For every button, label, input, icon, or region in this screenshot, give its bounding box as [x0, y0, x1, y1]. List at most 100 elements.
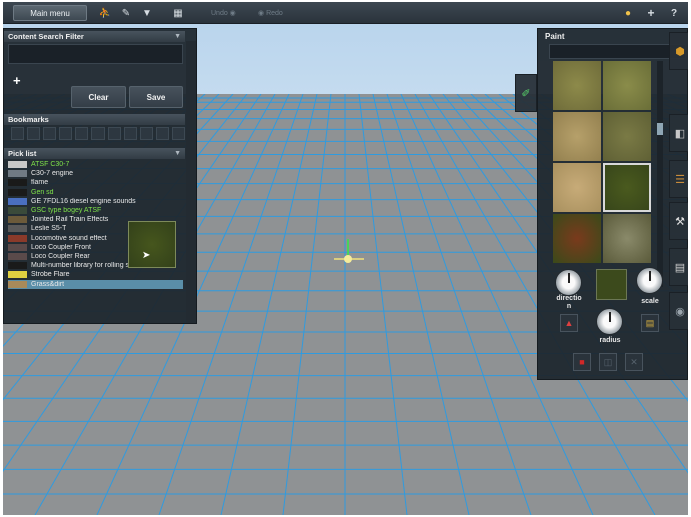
radius-knob[interactable] — [596, 308, 623, 335]
texture-scrollbar[interactable] — [657, 61, 663, 287]
add-filter-icon[interactable]: + — [13, 73, 21, 88]
knob-indicator — [649, 271, 651, 281]
picklist-item-label: Strobe Flare — [31, 271, 70, 279]
layers-tool-icon[interactable]: ▤ — [669, 248, 688, 286]
paint-brush-tab-icon[interactable]: ✐ — [515, 74, 537, 112]
picklist-title: Pick list — [8, 149, 37, 158]
thumbnail-icon — [8, 197, 27, 205]
filter-icon[interactable]: ▼ — [140, 5, 154, 21]
scroll-thumb[interactable] — [657, 123, 663, 135]
plus-icon[interactable]: + — [644, 5, 658, 21]
thumbnail-icon — [8, 253, 27, 260]
picklist-item-label: GSC type bogey ATSF — [31, 207, 102, 214]
bookmark-slot[interactable] — [59, 127, 73, 140]
delete-disabled-icon[interactable]: ✕ — [625, 353, 643, 371]
bookmark-slot[interactable] — [171, 127, 186, 140]
search-input[interactable] — [8, 44, 183, 64]
bookmark-slots — [11, 127, 186, 140]
picklist-item-label: C30-7 engine — [31, 170, 74, 178]
picklist-item[interactable]: GE 7FDL16 diesel engine sounds — [8, 197, 183, 206]
picklist-item[interactable]: ATSF C30-7 — [8, 160, 183, 169]
texture-swatch[interactable] — [603, 163, 651, 212]
thumbnail-icon — [8, 234, 27, 242]
paint-search-input[interactable] — [549, 44, 686, 59]
picklist-item-label: Jointed Rail Train Effects — [31, 216, 109, 224]
save-button[interactable]: Save — [129, 86, 183, 108]
picklist-item-label: Loco Coupler Front — [31, 243, 91, 251]
thumbnail-icon — [8, 188, 27, 196]
bookmark-slot[interactable] — [107, 127, 121, 140]
picklist-item-label: ATSF C30-7 — [31, 161, 70, 168]
help-icon[interactable]: ? — [667, 5, 681, 21]
undo-label: Undo — [211, 9, 228, 17]
placement-gizmo[interactable] — [328, 237, 368, 277]
paint-title: Paint — [545, 32, 565, 41]
texture-swatch[interactable] — [603, 112, 651, 161]
texture-swatch[interactable] — [553, 214, 601, 263]
texture-options-icon[interactable]: ▤ — [641, 314, 659, 332]
bookmark-slot[interactable] — [75, 127, 89, 140]
texture-swatch[interactable] — [603, 61, 651, 110]
picklist-item[interactable]: flame — [8, 178, 183, 187]
content-panel: Content Search Filter ▼ + Clear Save Boo… — [3, 28, 197, 324]
texture-swatch[interactable] — [603, 214, 651, 263]
redo-label: Redo — [266, 9, 283, 17]
picklist-item[interactable]: Strobe Flare — [8, 270, 183, 279]
knob-indicator — [568, 273, 570, 283]
edit-icon[interactable]: ✎ — [119, 5, 133, 21]
bookmark-slot[interactable] — [123, 127, 137, 140]
bookmark-slot[interactable] — [43, 127, 57, 140]
3d-viewport[interactable]: Main menu ⛹ ✎ ▼ ▦ Undo ◉ ◉ Redo ● + ? Co… — [3, 2, 688, 515]
color-mode-icon[interactable]: ▲ — [560, 314, 578, 332]
picklist-item-label: Leslie S5-T — [31, 225, 67, 233]
bookmark-slot[interactable] — [139, 127, 153, 140]
main-menu-button[interactable]: Main menu — [13, 5, 87, 21]
scale-knob[interactable] — [636, 267, 663, 294]
scale-label: scale — [641, 298, 659, 305]
stop-button-icon[interactable]: ■ — [573, 353, 591, 371]
wrench-tool-icon[interactable]: ⚒ — [669, 202, 688, 240]
bookmark-slot[interactable] — [91, 127, 105, 140]
redo-button[interactable]: ◉ Redo — [258, 5, 283, 21]
object-tool-icon[interactable]: ◧ — [669, 114, 688, 152]
picklist-item-label: GE 7FDL16 diesel engine sounds — [31, 197, 136, 205]
picklist-item[interactable]: Gen sd — [8, 188, 183, 197]
search-filter-title: Content Search Filter — [8, 32, 84, 41]
knob-indicator — [609, 312, 611, 322]
bookmark-slot[interactable] — [11, 127, 25, 140]
chevron-down-icon[interactable]: ▼ — [174, 31, 181, 42]
picklist-item-label: Grass&dirt — [31, 280, 65, 288]
drag-texture-preview — [128, 221, 176, 268]
thumbnail-icon — [8, 179, 27, 187]
clear-button[interactable]: Clear — [71, 86, 126, 108]
save-disabled-icon[interactable]: ◫ — [599, 353, 617, 371]
track-tool-icon[interactable]: ☰ — [669, 160, 688, 198]
texture-swatch[interactable] — [553, 163, 601, 212]
texture-swatch[interactable] — [553, 112, 601, 161]
grid-icon[interactable]: ▦ — [171, 5, 185, 21]
texture-grid — [553, 61, 653, 287]
thumbnail-icon — [8, 262, 27, 270]
undo-button[interactable]: Undo ◉ — [211, 5, 236, 21]
person-icon[interactable]: ⛹ — [98, 5, 112, 21]
bookmark-slot[interactable] — [155, 127, 169, 140]
picklist-item[interactable]: GSC type bogey ATSF — [8, 206, 183, 215]
thumbnail-icon — [8, 243, 27, 251]
terrain-tool-icon[interactable]: ⬢ — [669, 32, 688, 70]
texture-swatch[interactable] — [553, 61, 601, 110]
paint-panel: Paint directio n scale ▲ radius ▤ ■ ◫ ✕ — [537, 28, 688, 380]
thumbnail-icon — [8, 207, 27, 214]
picklist-item[interactable]: C30-7 engine — [8, 169, 183, 178]
direction-knob[interactable] — [555, 269, 582, 296]
thumbnail-icon — [8, 271, 27, 279]
bookmark-slot[interactable] — [27, 127, 41, 140]
picklist-item[interactable]: Grass&dirt — [8, 279, 183, 289]
chevron-down-icon[interactable]: ▼ — [174, 148, 181, 159]
lightbulb-icon[interactable]: ● — [621, 5, 635, 21]
picklist-item-label: Loco Coupler Rear — [31, 253, 90, 260]
search-filter-header: Content Search Filter ▼ — [4, 31, 185, 42]
settings-tool-icon[interactable]: ◉ — [669, 292, 688, 330]
mouse-cursor-icon: ➤ — [142, 250, 151, 261]
selected-texture-preview — [596, 269, 627, 300]
scrollbar[interactable] — [186, 41, 196, 323]
